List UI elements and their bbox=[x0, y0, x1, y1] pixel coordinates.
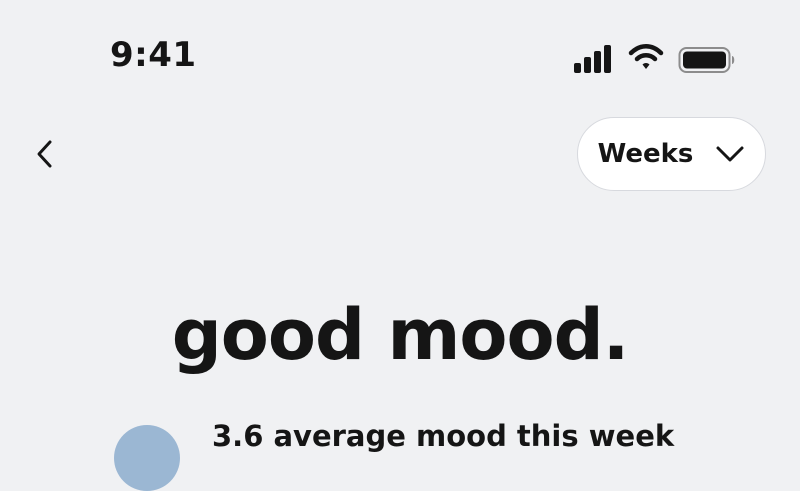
signal-icon bbox=[574, 45, 611, 73]
back-button[interactable] bbox=[28, 134, 62, 174]
status-time: 9:41 bbox=[110, 35, 197, 75]
chevron-left-icon bbox=[37, 140, 52, 168]
wifi-icon bbox=[628, 44, 664, 69]
status-bar: 9:41 bbox=[0, 0, 800, 120]
chevron-down-icon bbox=[716, 146, 744, 162]
mood-summary: 3.6 average mood this week bbox=[212, 419, 675, 453]
mood-avatar bbox=[114, 425, 180, 491]
period-dropdown-label: Weeks bbox=[597, 139, 694, 169]
battery-icon bbox=[678, 47, 735, 73]
mood-headline: good mood. bbox=[171, 294, 630, 376]
period-dropdown[interactable]: Weeks bbox=[577, 117, 766, 191]
